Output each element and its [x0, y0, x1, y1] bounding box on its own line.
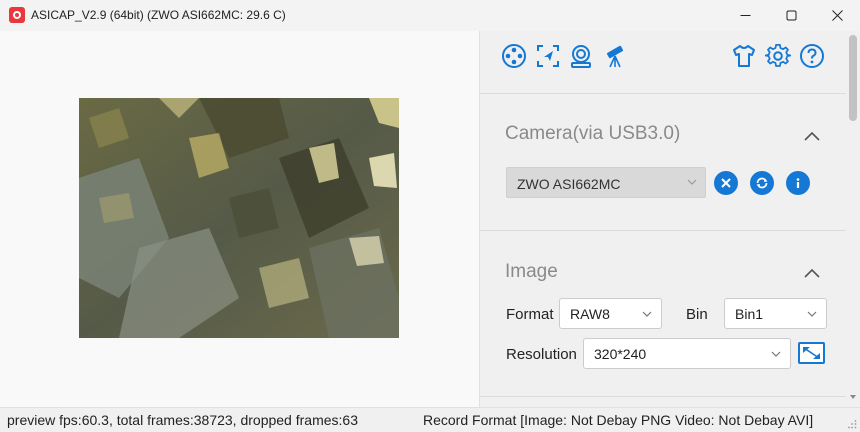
info-icon [796, 178, 800, 188]
scroll-down-arrow-icon[interactable] [849, 393, 857, 401]
disconnect-camera-button[interactable] [714, 171, 738, 195]
window-title: ASICAP_V2.9 (64bit) (ZWO ASI662MC: 29.6 … [31, 8, 286, 22]
preview-stats-text: preview fps:60.3, total frames:38723, dr… [7, 412, 358, 428]
help-button[interactable] [799, 43, 825, 69]
chevron-down-icon [642, 311, 652, 317]
expand-resolution-icon [803, 347, 820, 359]
disconnect-icon [721, 178, 731, 188]
telescope-icon [606, 45, 624, 68]
chevron-up-icon [804, 268, 820, 278]
close-button[interactable] [814, 0, 860, 31]
chevron-up-icon [804, 131, 820, 141]
record-format-text: Record Format [Image: Not Debay PNG Vide… [423, 412, 814, 428]
minimize-icon [740, 15, 750, 16]
max-resolution-button[interactable] [798, 342, 825, 364]
title-bar[interactable]: ASICAP_V2.9 (64bit) (ZWO ASI662MC: 29.6 … [0, 0, 860, 31]
bin-select-value: Bin1 [735, 306, 764, 322]
camera-info-button[interactable] [786, 171, 810, 195]
image-collapse-toggle[interactable] [804, 265, 820, 278]
scrollbar-thumb[interactable] [849, 35, 857, 121]
format-select-value: RAW8 [570, 306, 610, 322]
toolbar [480, 31, 847, 94]
minimize-button[interactable] [722, 0, 768, 31]
section-divider [480, 396, 847, 397]
refresh-camera-button[interactable] [750, 171, 774, 195]
resolution-select[interactable]: 320*240 [583, 338, 791, 369]
camera-preview-image[interactable] [79, 98, 399, 338]
capture-settings-button[interactable] [501, 43, 527, 69]
preview-pane [0, 31, 479, 407]
theme-tshirt-icon [733, 45, 755, 67]
camera-select[interactable]: ZWO ASI662MC [506, 167, 706, 198]
format-label: Format [506, 306, 554, 323]
chevron-down-icon [687, 179, 697, 185]
settings-button[interactable] [764, 43, 792, 69]
bin-select[interactable]: Bin1 [724, 298, 827, 329]
maximize-button[interactable] [768, 0, 814, 31]
camera-collapse-toggle[interactable] [804, 128, 820, 141]
app-window: ASICAP_V2.9 (64bit) (ZWO ASI662MC: 29.6 … [0, 0, 860, 432]
chevron-down-icon [807, 311, 817, 317]
resize-grip-icon[interactable] [847, 419, 857, 429]
roi-cursor-icon [537, 45, 559, 67]
camera-select-value: ZWO ASI662MC [517, 176, 621, 192]
help-icon [800, 44, 824, 68]
image-section-title[interactable]: Image [505, 261, 558, 283]
panel-scrollbar[interactable] [846, 31, 860, 407]
resolution-label: Resolution [506, 346, 577, 363]
cooler-button[interactable] [568, 43, 594, 69]
camera-cooler-icon [571, 45, 591, 68]
close-icon [831, 10, 843, 21]
bin-label: Bin [686, 306, 708, 323]
section-divider [480, 230, 847, 231]
status-bar: preview fps:60.3, total frames:38723, dr… [0, 407, 860, 432]
theme-button[interactable] [731, 43, 757, 69]
settings-gear-icon [764, 44, 792, 67]
telescope-button[interactable] [602, 43, 628, 69]
roi-button[interactable] [535, 43, 561, 69]
format-select[interactable]: RAW8 [559, 298, 662, 329]
app-logo-icon [9, 7, 25, 23]
control-panel: Camera(via USB3.0) ZWO ASI662MC Image Fo… [479, 31, 847, 407]
resolution-select-value: 320*240 [594, 346, 647, 362]
refresh-icon [756, 177, 768, 189]
capture-settings-icon [502, 44, 526, 68]
maximize-icon [786, 10, 796, 21]
chevron-down-icon [771, 351, 781, 357]
camera-section-title[interactable]: Camera(via USB3.0) [505, 123, 680, 145]
preview-texture [79, 98, 399, 338]
